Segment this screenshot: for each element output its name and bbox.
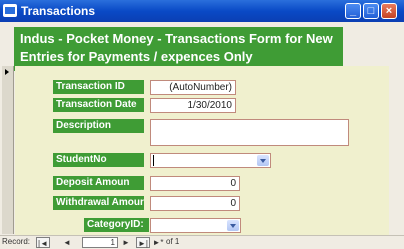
title-bar: Transactions _ □ ×: [0, 0, 404, 22]
withdrawal-amount-label: Withdrawal Amour: [53, 196, 144, 210]
record-label: Record:: [2, 237, 31, 246]
form-header: Indus - Pocket Money - Transactions Form…: [14, 27, 343, 71]
last-record-button[interactable]: ►|: [136, 237, 150, 248]
transaction-date-label: Transaction Date: [53, 98, 144, 112]
maximize-button[interactable]: □: [363, 3, 379, 19]
previous-record-button[interactable]: ◄: [60, 237, 74, 248]
form-detail-section: Transaction ID (AutoNumber) Transaction …: [15, 66, 389, 236]
transaction-date-field[interactable]: 1/30/2010: [150, 98, 236, 113]
close-button[interactable]: ×: [381, 3, 397, 19]
deposit-amount-label: Deposit Amoun: [53, 176, 144, 190]
transaction-id-field[interactable]: (AutoNumber): [150, 80, 236, 95]
new-record-button[interactable]: ►*: [151, 237, 165, 248]
record-count-text: of 1: [166, 237, 180, 246]
record-selector[interactable]: [2, 66, 14, 234]
minimize-button[interactable]: _: [345, 3, 361, 19]
next-record-button[interactable]: ►: [120, 237, 132, 248]
student-no-dropdown-button[interactable]: [257, 155, 269, 166]
student-no-label: StudentNo: [53, 153, 144, 167]
student-no-combobox[interactable]: [150, 153, 271, 168]
chevron-down-icon: [260, 159, 266, 163]
withdrawal-amount-field[interactable]: 0: [150, 196, 240, 211]
record-number-input[interactable]: 1: [82, 237, 118, 248]
deposit-amount-field[interactable]: 0: [150, 176, 240, 191]
form-header-text: Indus - Pocket Money - Transactions Form…: [20, 31, 333, 64]
category-id-combobox[interactable]: [150, 218, 241, 233]
first-record-button[interactable]: |◄: [36, 237, 50, 248]
window-title: Transactions: [21, 4, 96, 18]
category-id-dropdown-button[interactable]: [227, 220, 239, 231]
text-cursor: [153, 155, 154, 166]
description-field[interactable]: [150, 119, 349, 146]
chevron-down-icon: [230, 224, 236, 228]
transaction-id-label: Transaction ID: [53, 80, 144, 94]
description-label: Description: [53, 119, 144, 133]
category-id-label: CategoryID:: [84, 218, 149, 232]
current-record-icon: [5, 69, 9, 75]
form-icon: [3, 4, 17, 17]
record-navigation-bar: Record: |◄ ◄ 1 ► ►| ►* of 1: [0, 235, 404, 249]
